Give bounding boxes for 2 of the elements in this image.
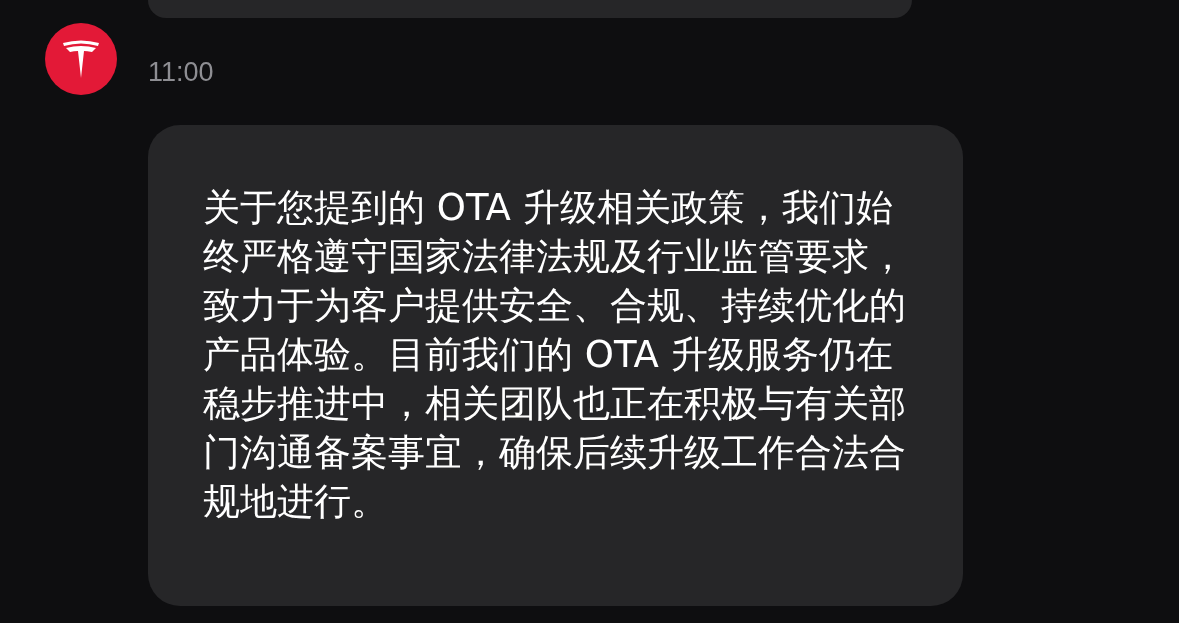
message-time: 11:00 bbox=[148, 57, 214, 89]
message-text: 关于您提到的 OTA 升级相关政策，我们始终严格遵守国家法律法规及行业监管要求，致力于为客户提供安全、合规、持续优化的产品体验。目前我们的 OTA 升级服务仍在稳步推进中，相关团队也正在积极与有关部门沟通备案事宜，确保后续升级工作合法合规地进行。 bbox=[203, 185, 907, 525]
